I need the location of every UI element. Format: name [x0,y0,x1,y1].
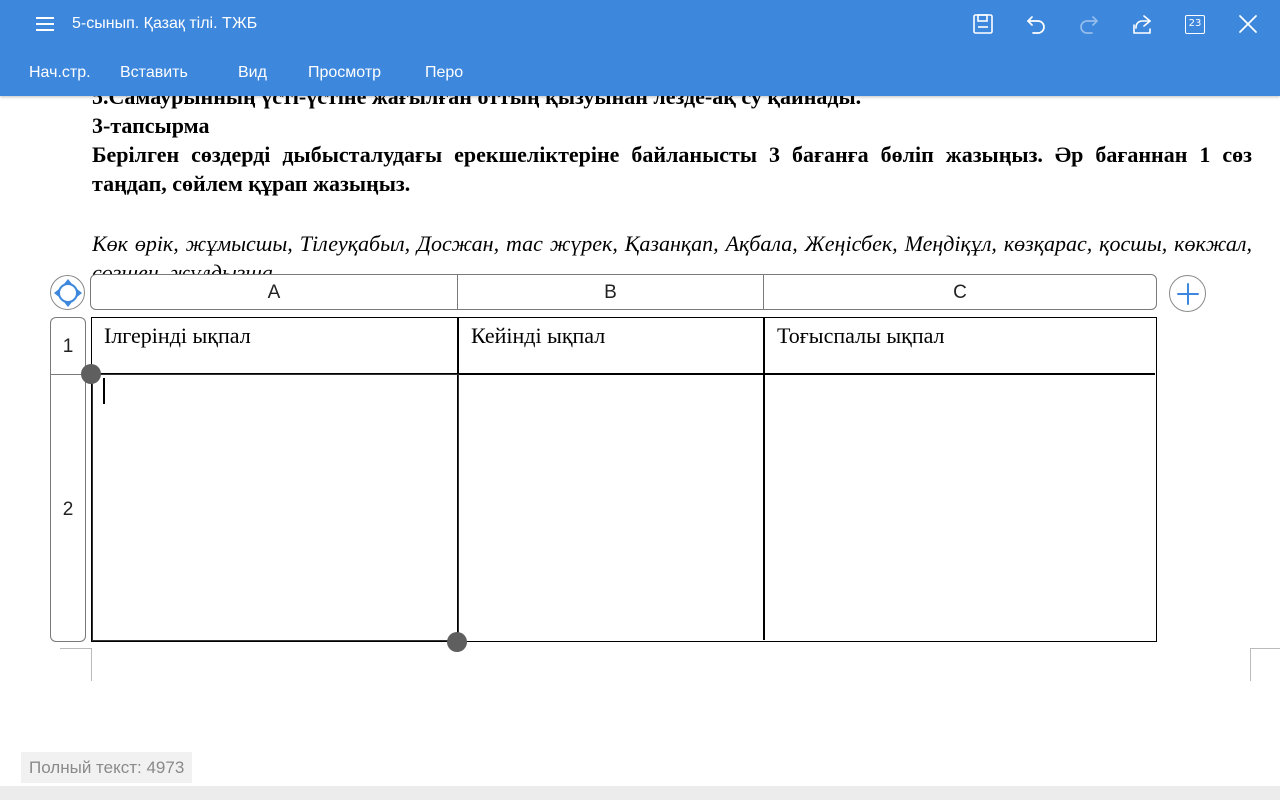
menu-bar: Нач.стр. Вставить Вид Просмотр Перо [0,48,1280,96]
pages-count: 23 [1185,14,1205,34]
word-count-status: Полный текст: 4973 [21,752,193,783]
menu-item-insert[interactable]: Вставить [120,64,188,82]
cell-text: Ілгерінді ықпал [104,323,251,348]
pages-icon[interactable]: 23 [1183,12,1207,36]
column-header-b[interactable]: B [458,275,763,309]
menu-icon[interactable] [33,13,57,35]
page-corner-mark [1250,648,1280,681]
row-header-2[interactable]: 2 [51,496,85,524]
cell-text: Кейінді ықпал [471,323,606,348]
selection-handle-end[interactable] [447,632,467,652]
plus-icon [1176,282,1199,305]
selection-handle-start[interactable] [81,364,101,384]
document-page[interactable]: 5.Самаурынның үсті-үстіне жағылған оттың… [0,96,1280,786]
save-icon[interactable] [971,12,995,36]
cell-text: Тоғыспалы ықпал [777,323,945,348]
menu-item-view[interactable]: Вид [238,64,267,82]
page-corner-mark [60,648,92,681]
redo-icon[interactable] [1077,12,1101,36]
column-header-bar: A B C [90,274,1157,310]
column-header-c[interactable]: C [764,275,1156,309]
undo-icon[interactable] [1024,12,1048,36]
document-table: Ілгерінді ықпал Кейінді ықпал Тоғыспалы … [91,317,1157,642]
row-divider[interactable] [51,374,85,375]
table-cell-b1[interactable]: Кейінді ықпал [459,318,764,374]
table-move-handle[interactable] [50,275,85,310]
table-cell-c1[interactable]: Тоғыспалы ықпал [765,318,1155,374]
close-icon[interactable] [1236,12,1260,36]
share-icon[interactable] [1130,12,1154,36]
app-header: 5-сынып. Қазақ тілі. ТЖБ 23 Нач.стр. Вст… [0,0,1280,96]
menu-item-pen[interactable]: Перо [425,64,463,82]
text-caret [103,378,105,404]
bottom-bar [0,786,1280,800]
task-heading: 3-тапсырма [92,113,210,138]
column-header-a[interactable]: A [91,275,457,309]
row-header-bar: 1 2 [50,317,86,642]
table-grid-line [763,318,765,640]
word-list: Көк өрік, жұмысшы, Тілеуқабыл, Досжан, т… [92,231,1252,275]
table-cell-a1[interactable]: Ілгерінді ықпал [92,318,458,374]
table-cell-c2[interactable] [765,375,1155,640]
menu-item-review[interactable]: Просмотр [308,64,381,82]
document-title: 5-сынып. Қазақ тілі. ТЖБ [72,15,258,32]
selected-cell-outline [92,374,459,641]
menu-item-home[interactable]: Нач.стр. [29,64,91,82]
title-bar: 5-сынып. Қазақ тілі. ТЖБ 23 [0,0,1280,48]
table-cell-b2[interactable] [459,375,764,640]
task-instruction: Берілген сөздерді дыбысталудағы ерекшелі… [92,142,1252,196]
move-arrows-icon [53,278,82,307]
row-header-1[interactable]: 1 [51,333,85,361]
document-line-5: 5.Самаурынның үсті-үстіне жағылған оттың… [92,96,862,109]
add-column-button[interactable] [1169,275,1206,312]
